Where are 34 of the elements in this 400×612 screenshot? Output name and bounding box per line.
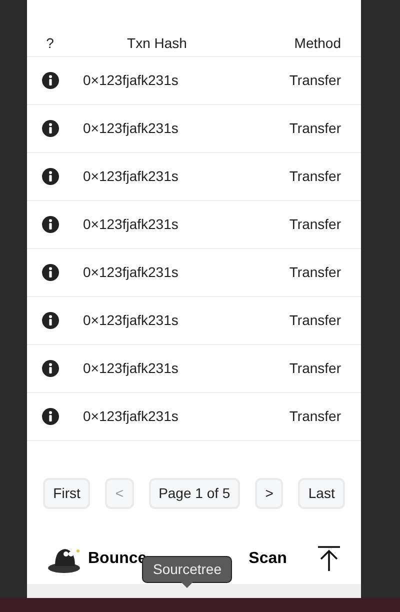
txn-hash: 0×123fjafk231s (83, 72, 178, 88)
info-icon[interactable] (42, 360, 58, 377)
txn-hash: 0×123fjafk231s (83, 408, 178, 424)
txn-hash: 0×123fjafk231s (83, 168, 178, 184)
column-header: Method (294, 34, 341, 50)
info-icon[interactable] (42, 120, 58, 137)
method-cell: Transfer (289, 216, 341, 232)
info-icon[interactable] (42, 264, 58, 281)
page-button[interactable]: Last (298, 478, 345, 508)
info-icon[interactable] (42, 312, 58, 329)
page-button[interactable]: First (43, 478, 90, 508)
page-button[interactable]: Page 1 of 5 (148, 478, 240, 508)
info-icon[interactable] (42, 408, 58, 425)
scroll-to-top-icon[interactable] (317, 546, 341, 572)
info-icon[interactable] (42, 72, 58, 89)
txn-hash: 0×123fjafk231s (83, 360, 178, 376)
txn-hash: 0×123fjafk231s (83, 120, 178, 136)
brand-name: Scan (248, 549, 287, 569)
method-cell: Transfer (289, 360, 341, 376)
column-header: Txn Hash (127, 34, 187, 50)
method-cell: Transfer (289, 120, 341, 136)
page-button[interactable]: > (255, 478, 284, 508)
info-icon[interactable] (42, 216, 58, 233)
method-cell: Transfer (289, 312, 341, 328)
txn-hash: 0×123fjafk231s (83, 264, 178, 280)
method-cell: Transfer (289, 168, 341, 184)
txn-hash: 0×123fjafk231s (83, 216, 178, 232)
info-icon[interactable] (42, 168, 58, 185)
method-cell: Transfer (289, 72, 341, 88)
column-header: ? (46, 34, 54, 50)
method-cell: Transfer (289, 408, 341, 424)
txn-hash: 0×123fjafk231s (83, 312, 178, 328)
tooltip-pointer-icon (181, 582, 194, 588)
method-cell: Transfer (289, 264, 341, 280)
